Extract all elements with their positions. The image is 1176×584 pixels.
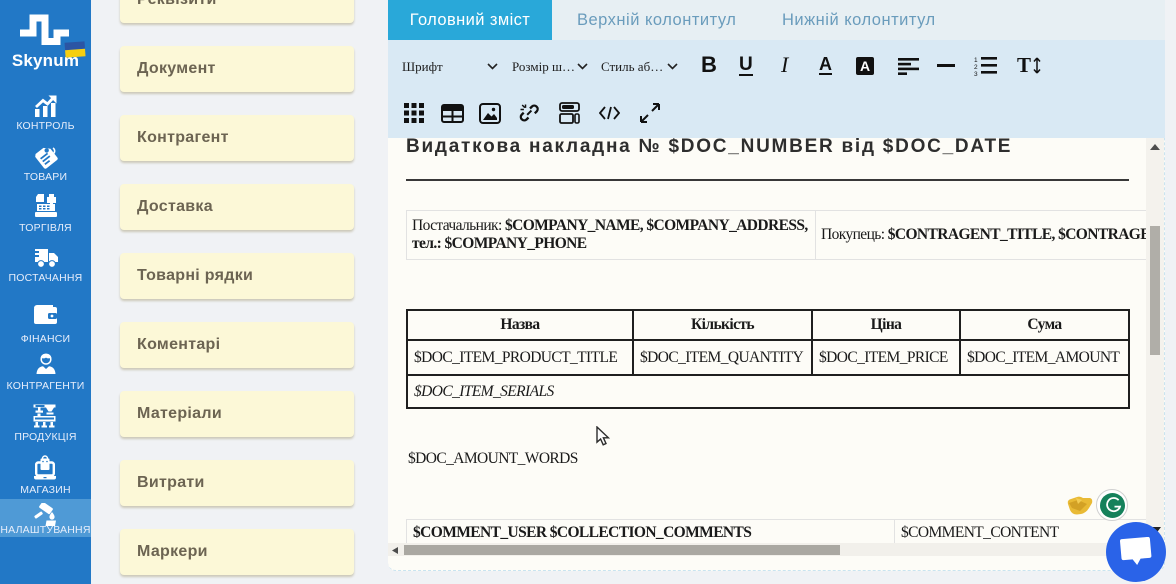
svg-text:3: 3 (974, 71, 978, 76)
svg-text:2: 2 (974, 64, 978, 71)
svg-text:1: 1 (974, 57, 978, 64)
